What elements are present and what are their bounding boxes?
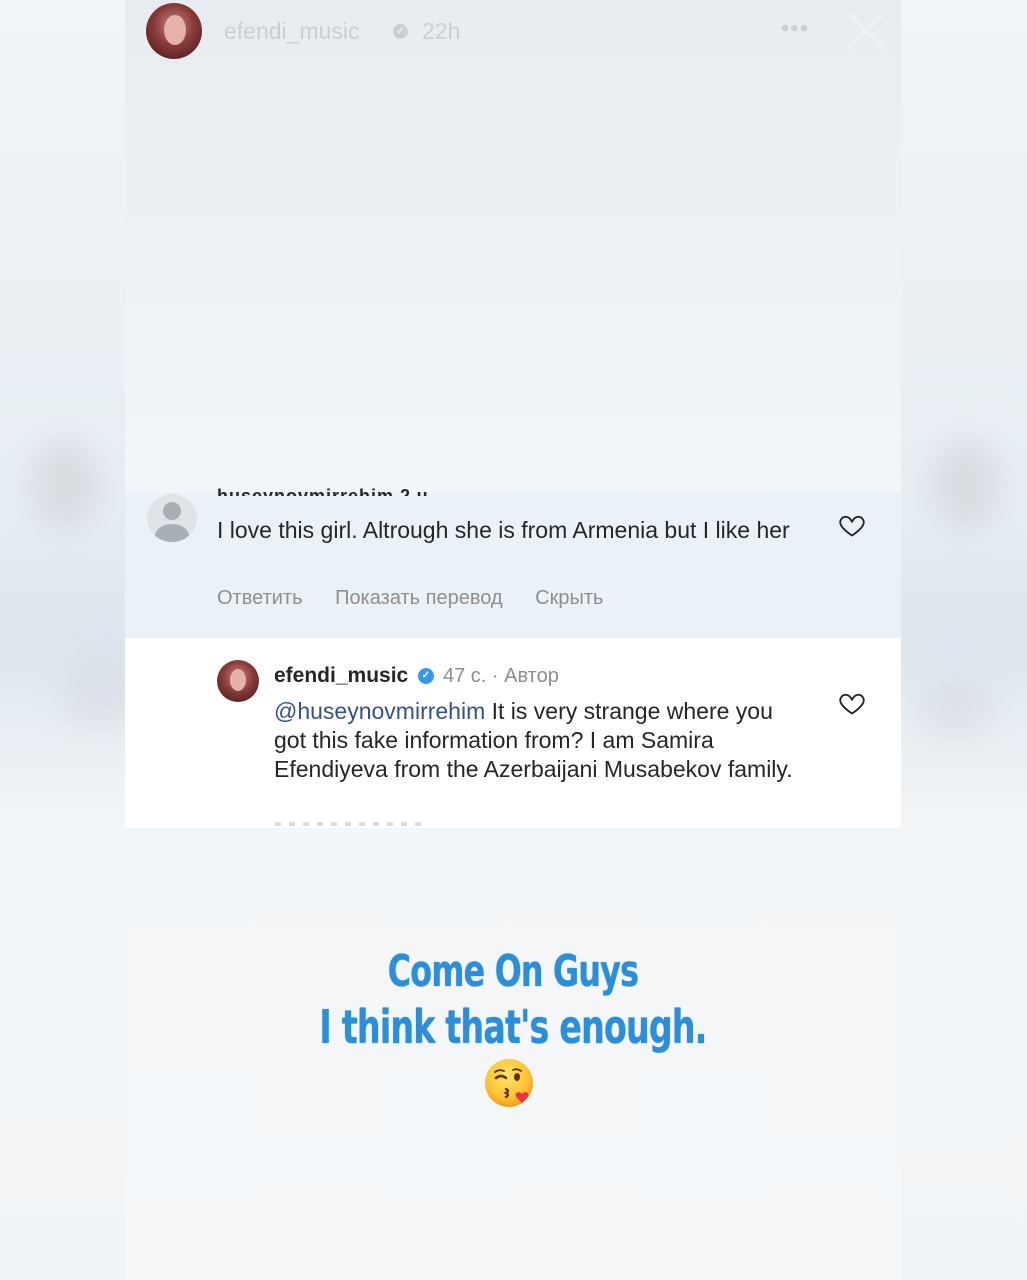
story-background-lower [125, 828, 901, 1280]
reply-link[interactable]: Ответить [217, 587, 303, 609]
heart-icon[interactable] [838, 689, 866, 717]
story-caption-line-1: Come On Guys [387, 946, 639, 997]
right-blurred-backdrop [901, 0, 1027, 1280]
reply-username: efendi_music [274, 664, 409, 687]
avatar-face [164, 15, 186, 45]
commenter-avatar [217, 660, 259, 702]
comment-screenshot-1: huseynovmirrehim 2 ч. I love this girl. … [125, 486, 901, 638]
reply-text: @huseynovmirrehim It is very strange whe… [274, 697, 804, 784]
reply-meta: 47 с. · Автор [443, 665, 559, 687]
left-blurred-backdrop [0, 0, 140, 1280]
close-icon[interactable] [845, 10, 887, 52]
verified-badge-icon: ✓ [418, 668, 434, 684]
avatar-face [230, 669, 246, 691]
mention-link[interactable]: @huseynovmirrehim [274, 698, 485, 724]
default-avatar-icon [147, 494, 197, 542]
more-options-button[interactable]: ••• [777, 14, 813, 44]
cut-off-row [275, 822, 425, 826]
comment-text: I love this girl. Altrough she is from A… [217, 517, 790, 543]
kissing-winking-face-icon [485, 1059, 533, 1107]
heart-icon[interactable] [838, 511, 866, 539]
blurred-heart-shape [30, 440, 100, 530]
story-caption-line-2: I think that's enough. [319, 1000, 707, 1054]
story-viewer: efendi_music ✓ 22h ••• huseynovmirrehim … [125, 0, 901, 1280]
hide-link[interactable]: Скрыть [535, 587, 603, 609]
blurred-heart-shape [931, 440, 1001, 530]
blurred-heart-shape [921, 670, 991, 740]
story-username[interactable]: efendi_music [224, 18, 360, 45]
comment-screenshot-2: efendi_music ✓ 47 с. · Автор @huseynovmi… [125, 638, 901, 828]
show-translation-link[interactable]: Показать перевод [335, 587, 503, 609]
comment-actions: Ответить Показать перевод Скрыть [217, 587, 630, 610]
story-avatar[interactable] [146, 3, 202, 59]
verified-badge-icon: ✓ [393, 24, 408, 39]
comment-username-cut: huseynovmirrehim 2 ч. [217, 486, 435, 496]
story-timestamp: 22h [422, 18, 461, 44]
